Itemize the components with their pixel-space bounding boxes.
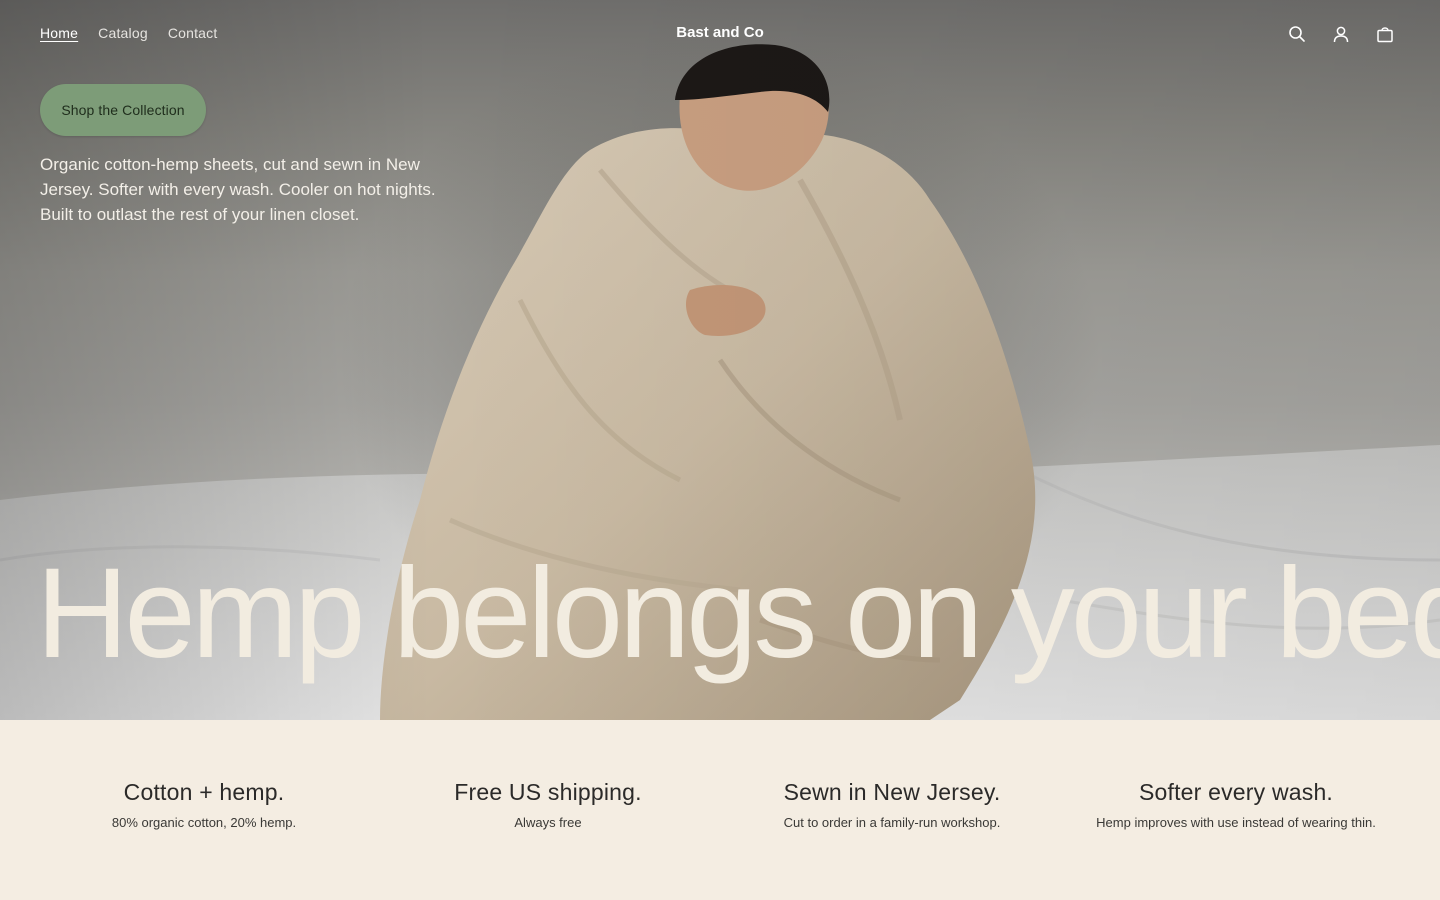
hero-headline: Hemp belongs on your bed. bbox=[36, 542, 1440, 685]
feature-text: Always free bbox=[514, 815, 582, 830]
brand-name[interactable]: Bast and Co bbox=[676, 24, 764, 41]
features-section: Cotton + hemp. 80% organic cotton, 20% h… bbox=[32, 720, 1408, 900]
cart-icon[interactable] bbox=[1372, 22, 1398, 46]
feature-item: Softer every wash. Hemp improves with us… bbox=[1064, 720, 1408, 900]
feature-title: Cotton + hemp. bbox=[123, 779, 285, 805]
page: Home Catalog Contact Bast and Co Shop th… bbox=[0, 0, 1440, 900]
header-icons bbox=[1284, 22, 1398, 46]
site-header: Home Catalog Contact Bast and Co bbox=[0, 0, 1440, 66]
feature-title: Sewn in New Jersey. bbox=[783, 779, 1001, 805]
feature-item: Sewn in New Jersey. Cut to order in a fa… bbox=[720, 720, 1064, 900]
feature-text: 80% organic cotton, 20% hemp. bbox=[111, 815, 297, 830]
feature-item: Cotton + hemp. 80% organic cotton, 20% h… bbox=[32, 720, 376, 900]
feature-title: Softer every wash. bbox=[1138, 779, 1334, 805]
feature-item: Free US shipping. Always free bbox=[376, 720, 720, 900]
account-icon[interactable] bbox=[1328, 22, 1354, 46]
shop-collection-button[interactable]: Shop the Collection bbox=[40, 84, 206, 136]
search-icon[interactable] bbox=[1284, 22, 1310, 46]
hero-section: Home Catalog Contact Bast and Co Shop th… bbox=[0, 0, 1440, 720]
hero-intro-text: Organic cotton-hemp sheets, cut and sewn… bbox=[40, 155, 436, 224]
brand-logo: Bast and Co bbox=[0, 23, 1440, 43]
feature-title: Free US shipping. bbox=[454, 779, 642, 805]
feature-text: Cut to order in a family-run workshop. bbox=[783, 815, 1001, 830]
feature-text: Hemp improves with use instead of wearin… bbox=[1096, 815, 1376, 830]
